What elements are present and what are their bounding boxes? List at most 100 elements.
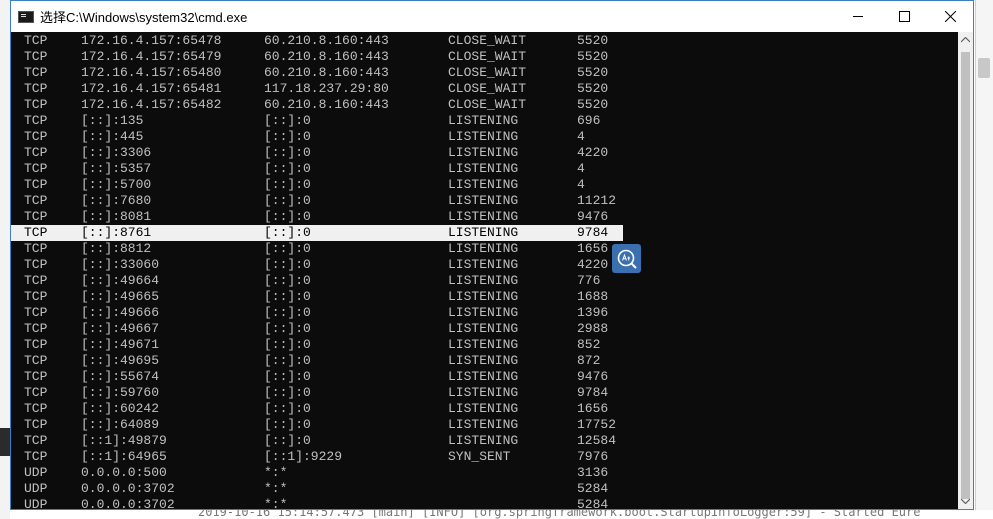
state-cell: LISTENING: [448, 273, 519, 288]
local-address-cell: [::]:49695: [81, 353, 160, 368]
protocol-cell: TCP: [24, 433, 48, 448]
console-row[interactable]: TCP [::]:59760 [::]:0 LISTENING 9784: [11, 385, 623, 401]
local-address-cell: [::]:445: [81, 129, 144, 144]
state-cell: CLOSE_WAIT: [448, 97, 527, 112]
console-row[interactable]: TCP [::]:60242 [::]:0 LISTENING 1656: [11, 401, 623, 417]
console-row[interactable]: TCP 172.16.4.157:65478 60.210.8.160:443 CLO…: [11, 33, 623, 49]
console-row[interactable]: TCP [::]:5700 [::]:0 LISTENING 4: [11, 177, 623, 193]
console-row[interactable]: TCP [::]:49665 [::]:0 LISTENING 1688: [11, 289, 623, 305]
protocol-cell: TCP: [24, 449, 48, 464]
state-cell: LISTENING: [448, 385, 519, 400]
console-row[interactable]: UDP 0.0.0.0:3702 *:* 5284: [11, 497, 623, 509]
pid-cell: 4220: [577, 145, 609, 160]
console-row-selected[interactable]: TCP [::]:8761 [::]:0 LISTENING 9784: [11, 225, 623, 241]
console-row[interactable]: TCP [::]:49664 [::]:0 LISTENING 776: [11, 273, 623, 289]
protocol-cell: UDP: [24, 481, 48, 496]
state-cell: LISTENING: [448, 321, 519, 336]
foreign-address-cell: [::]:0: [264, 385, 311, 400]
console-row[interactable]: TCP [::]:445 [::]:0 LISTENING 4: [11, 129, 623, 145]
pid-cell: 5284: [577, 497, 609, 509]
state-cell: LISTENING: [448, 369, 519, 384]
state-cell: CLOSE_WAIT: [448, 33, 527, 48]
protocol-cell: TCP: [24, 401, 48, 416]
pid-cell: 9784: [577, 225, 609, 240]
foreign-address-cell: 117.18.237.29:80: [264, 81, 389, 96]
console-row[interactable]: TCP [::1]:49879 [::]:0 LISTENING 12584: [11, 433, 623, 449]
console-row[interactable]: TCP [::]:7680 [::]:0 LISTENING 11212: [11, 193, 623, 209]
console-output[interactable]: TCP 172.16.4.157:65478 60.210.8.160:443 CLO…: [11, 32, 958, 509]
pid-cell: 872: [577, 353, 601, 368]
protocol-cell: TCP: [24, 33, 48, 48]
state-cell: LISTENING: [448, 177, 519, 192]
protocol-cell: TCP: [24, 369, 48, 384]
protocol-cell: TCP: [24, 97, 48, 112]
console-row[interactable]: TCP [::]:3306 [::]:0 LISTENING 4220: [11, 145, 623, 161]
console-row[interactable]: TCP [::]:8812 [::]:0 LISTENING 1656: [11, 241, 623, 257]
console-row[interactable]: TCP 172.16.4.157:65482 60.210.8.160:443 CLO…: [11, 97, 623, 113]
translate-badge-icon[interactable]: [612, 244, 641, 273]
local-address-cell: [::]:3306: [81, 145, 152, 160]
state-cell: LISTENING: [448, 305, 519, 320]
local-address-cell: [::]:55674: [81, 369, 160, 384]
console-row[interactable]: UDP 0.0.0.0:3702 *:* 5284: [11, 481, 623, 497]
protocol-cell: TCP: [24, 177, 48, 192]
console-row[interactable]: TCP [::]:33060 [::]:0 LISTENING 4220: [11, 257, 623, 273]
console-row[interactable]: TCP [::]:49667 [::]:0 LISTENING 2988: [11, 321, 623, 337]
scroll-up-arrow-icon[interactable]: [961, 37, 970, 43]
local-address-cell: [::]:59760: [81, 385, 160, 400]
local-address-cell: [::]:8761: [81, 225, 152, 240]
console-row[interactable]: TCP 172.16.4.157:65479 60.210.8.160:443 CLO…: [11, 49, 623, 65]
state-cell: LISTENING: [448, 113, 519, 128]
local-address-cell: 172.16.4.157:65482: [81, 97, 222, 112]
cmd-app-icon[interactable]: [18, 10, 34, 23]
vertical-scrollbar[interactable]: [958, 32, 973, 509]
title-bar[interactable]: 选择C:\Windows\system32\cmd.exe: [11, 1, 973, 32]
scroll-down-arrow-icon[interactable]: [961, 498, 970, 504]
protocol-cell: TCP: [24, 225, 48, 240]
pid-cell: 5520: [577, 33, 609, 48]
pid-cell: 4: [577, 129, 585, 144]
scrollbar-thumb[interactable]: [961, 52, 970, 499]
console-row[interactable]: TCP [::]:55674 [::]:0 LISTENING 9476: [11, 369, 623, 385]
state-cell: LISTENING: [448, 209, 519, 224]
console-row[interactable]: TCP [::]:8081 [::]:0 LISTENING 9476: [11, 209, 623, 225]
maximize-button[interactable]: [881, 1, 927, 32]
protocol-cell: TCP: [24, 353, 48, 368]
window-title: 选择C:\Windows\system32\cmd.exe: [40, 10, 248, 25]
pid-cell: 4: [577, 177, 585, 192]
state-cell: LISTENING: [448, 145, 519, 160]
state-cell: LISTENING: [448, 225, 519, 240]
local-address-cell: [::]:5357: [81, 161, 152, 176]
protocol-cell: TCP: [24, 305, 48, 320]
local-address-cell: [::]:33060: [81, 257, 160, 272]
console-row[interactable]: TCP [::]:49695 [::]:0 LISTENING 872: [11, 353, 623, 369]
minimize-button[interactable]: [835, 1, 881, 32]
local-address-cell: [::]:49664: [81, 273, 160, 288]
protocol-cell: TCP: [24, 193, 48, 208]
pid-cell: 12584: [577, 433, 617, 448]
local-address-cell: [::]:135: [81, 113, 144, 128]
console-row[interactable]: TCP [::]:5357 [::]:0 LISTENING 4: [11, 161, 623, 177]
console-row[interactable]: TCP 172.16.4.157:65481 117.18.237.29:80 CLO…: [11, 81, 623, 97]
close-button[interactable]: [927, 1, 973, 32]
console-row[interactable]: TCP [::]:49666 [::]:0 LISTENING 1396: [11, 305, 623, 321]
console-row[interactable]: TCP [::1]:64965 [::1]:9229 SYN_SENT 7976: [11, 449, 623, 465]
console-row[interactable]: TCP [::]:49671 [::]:0 LISTENING 852: [11, 337, 623, 353]
foreign-address-cell: [::]:0: [264, 257, 311, 272]
state-cell: CLOSE_WAIT: [448, 49, 527, 64]
pid-cell: 5284: [577, 481, 609, 496]
pid-cell: 5520: [577, 81, 609, 96]
local-address-cell: [::]:64089: [81, 417, 160, 432]
console-row[interactable]: UDP 0.0.0.0:500 *:* 3136: [11, 465, 623, 481]
pid-cell: 5520: [577, 65, 609, 80]
pid-cell: 776: [577, 273, 601, 288]
console-row[interactable]: TCP [::]:135 [::]:0 LISTENING 696: [11, 113, 623, 129]
background-log-line: 2019-10-16 15:14:57.473 [main] [INFO] [o…: [10, 510, 993, 519]
local-address-cell: [::]:49666: [81, 305, 160, 320]
background-dark-strip: [0, 428, 10, 456]
console-row[interactable]: TCP 172.16.4.157:65480 60.210.8.160:443 CLO…: [11, 65, 623, 81]
console-row[interactable]: TCP [::]:64089 [::]:0 LISTENING 17752: [11, 417, 623, 433]
protocol-cell: TCP: [24, 161, 48, 176]
foreign-address-cell: [::]:0: [264, 353, 311, 368]
pid-cell: 11212: [577, 193, 617, 208]
